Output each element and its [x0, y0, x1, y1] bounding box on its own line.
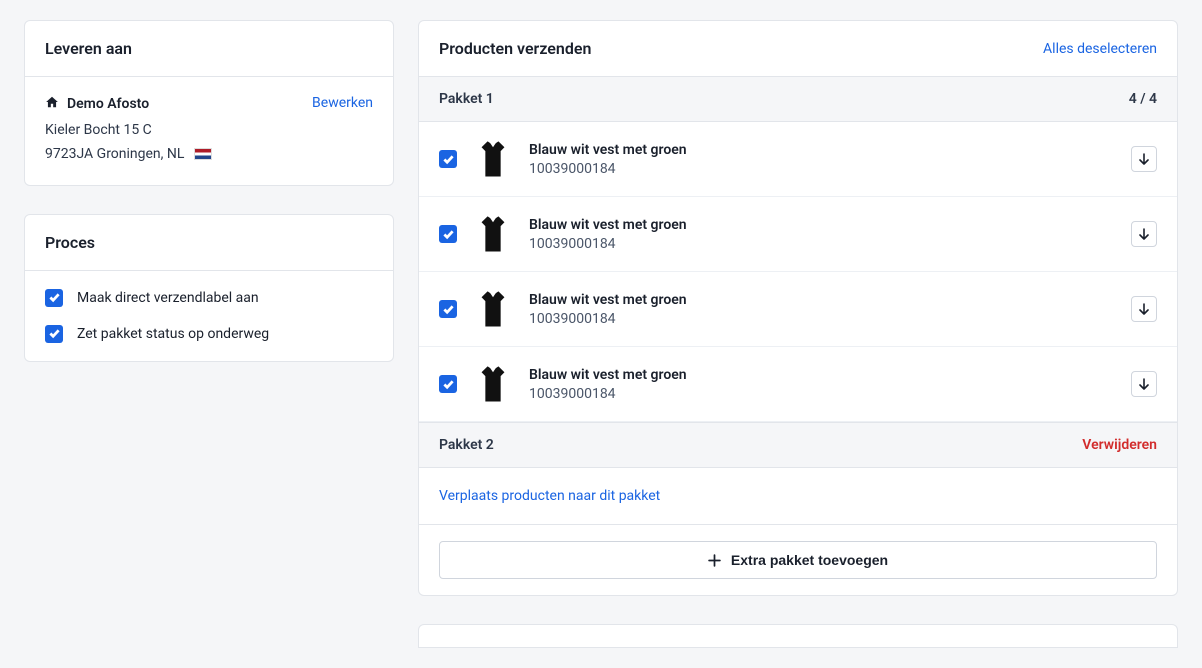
- shipping-title: Producten verzenden: [439, 39, 591, 58]
- deliver-city: 9723JA Groningen, NL: [45, 146, 184, 162]
- deliver-name-text: Demo Afosto: [67, 96, 149, 112]
- product-image-icon: [473, 286, 513, 332]
- process-label: Maak direct verzendlabel aan: [77, 290, 259, 306]
- product-checkbox[interactable]: [439, 300, 457, 318]
- deliver-street: Kieler Bocht 15 C: [45, 119, 212, 143]
- product-image-icon: [473, 361, 513, 407]
- deliver-header: Leveren aan: [25, 21, 393, 77]
- package-header-1: Pakket 1 4 / 4: [419, 77, 1177, 122]
- product-info: Blauw wit vest met groen 10039000184: [529, 142, 1115, 177]
- product-name: Blauw wit vest met groen: [529, 217, 1115, 233]
- product-checkbox[interactable]: [439, 375, 457, 393]
- checkbox[interactable]: [45, 289, 63, 307]
- process-label: Zet pakket status op onderweg: [77, 326, 269, 342]
- shipping-header: Producten verzenden Alles deselecteren: [419, 21, 1177, 77]
- deliver-body: Demo Afosto Kieler Bocht 15 C 9723JA Gro…: [25, 77, 393, 185]
- product-sku: 10039000184: [529, 311, 1115, 327]
- process-item: Maak direct verzendlabel aan: [45, 289, 373, 307]
- deliver-name-row: Demo Afosto: [45, 95, 212, 113]
- product-row: Blauw wit vest met groen 10039000184: [419, 347, 1177, 422]
- delete-package-link[interactable]: Verwijderen: [1082, 437, 1157, 453]
- product-info: Blauw wit vest met groen 10039000184: [529, 292, 1115, 327]
- product-sku: 10039000184: [529, 236, 1115, 252]
- product-name: Blauw wit vest met groen: [529, 292, 1115, 308]
- truncated-card: V: [418, 624, 1178, 648]
- package-count: 4 / 4: [1129, 91, 1157, 107]
- process-body: Maak direct verzendlabel aan Zet pakket …: [25, 271, 393, 361]
- add-package-button[interactable]: Extra pakket toevoegen: [439, 541, 1157, 579]
- deliver-title: Leveren aan: [45, 39, 132, 58]
- product-row: Blauw wit vest met groen 10039000184: [419, 272, 1177, 347]
- product-info: Blauw wit vest met groen 10039000184: [529, 217, 1115, 252]
- add-package-label: Extra pakket toevoegen: [731, 552, 888, 568]
- product-checkbox[interactable]: [439, 150, 457, 168]
- process-item: Zet pakket status op onderweg: [45, 325, 373, 343]
- move-down-button[interactable]: [1131, 371, 1157, 397]
- product-image-icon: [473, 211, 513, 257]
- product-row: Blauw wit vest met groen 10039000184: [419, 122, 1177, 197]
- product-name: Blauw wit vest met groen: [529, 367, 1115, 383]
- process-header: Proces: [25, 215, 393, 271]
- product-row: Blauw wit vest met groen 10039000184: [419, 197, 1177, 272]
- checkbox[interactable]: [45, 325, 63, 343]
- package-header-2: Pakket 2 Verwijderen: [419, 422, 1177, 468]
- product-sku: 10039000184: [529, 161, 1115, 177]
- product-checkbox[interactable]: [439, 225, 457, 243]
- deselect-all-link[interactable]: Alles deselecteren: [1043, 41, 1157, 57]
- deliver-card: Leveren aan Demo Afosto Kieler Bocht 15 …: [24, 20, 394, 186]
- product-name: Blauw wit vest met groen: [529, 142, 1115, 158]
- add-package-wrap: Extra pakket toevoegen: [419, 525, 1177, 595]
- package-title: Pakket 1: [439, 91, 494, 107]
- move-down-button[interactable]: [1131, 146, 1157, 172]
- process-title: Proces: [45, 233, 95, 252]
- product-info: Blauw wit vest met groen 10039000184: [529, 367, 1115, 402]
- home-icon: [45, 95, 59, 113]
- move-down-button[interactable]: [1131, 221, 1157, 247]
- product-sku: 10039000184: [529, 386, 1115, 402]
- edit-link[interactable]: Bewerken: [312, 95, 373, 111]
- plus-icon: [708, 554, 721, 567]
- process-card: Proces Maak direct verzendlabel aan Zet …: [24, 214, 394, 362]
- deliver-city-row: 9723JA Groningen, NL: [45, 143, 212, 167]
- package-title: Pakket 2: [439, 437, 494, 453]
- product-image-icon: [473, 136, 513, 182]
- move-products-text[interactable]: Verplaats producten naar dit pakket: [419, 468, 1177, 525]
- move-down-button[interactable]: [1131, 296, 1157, 322]
- shipping-card: Producten verzenden Alles deselecteren P…: [418, 20, 1178, 596]
- flag-nl-icon: [194, 148, 212, 160]
